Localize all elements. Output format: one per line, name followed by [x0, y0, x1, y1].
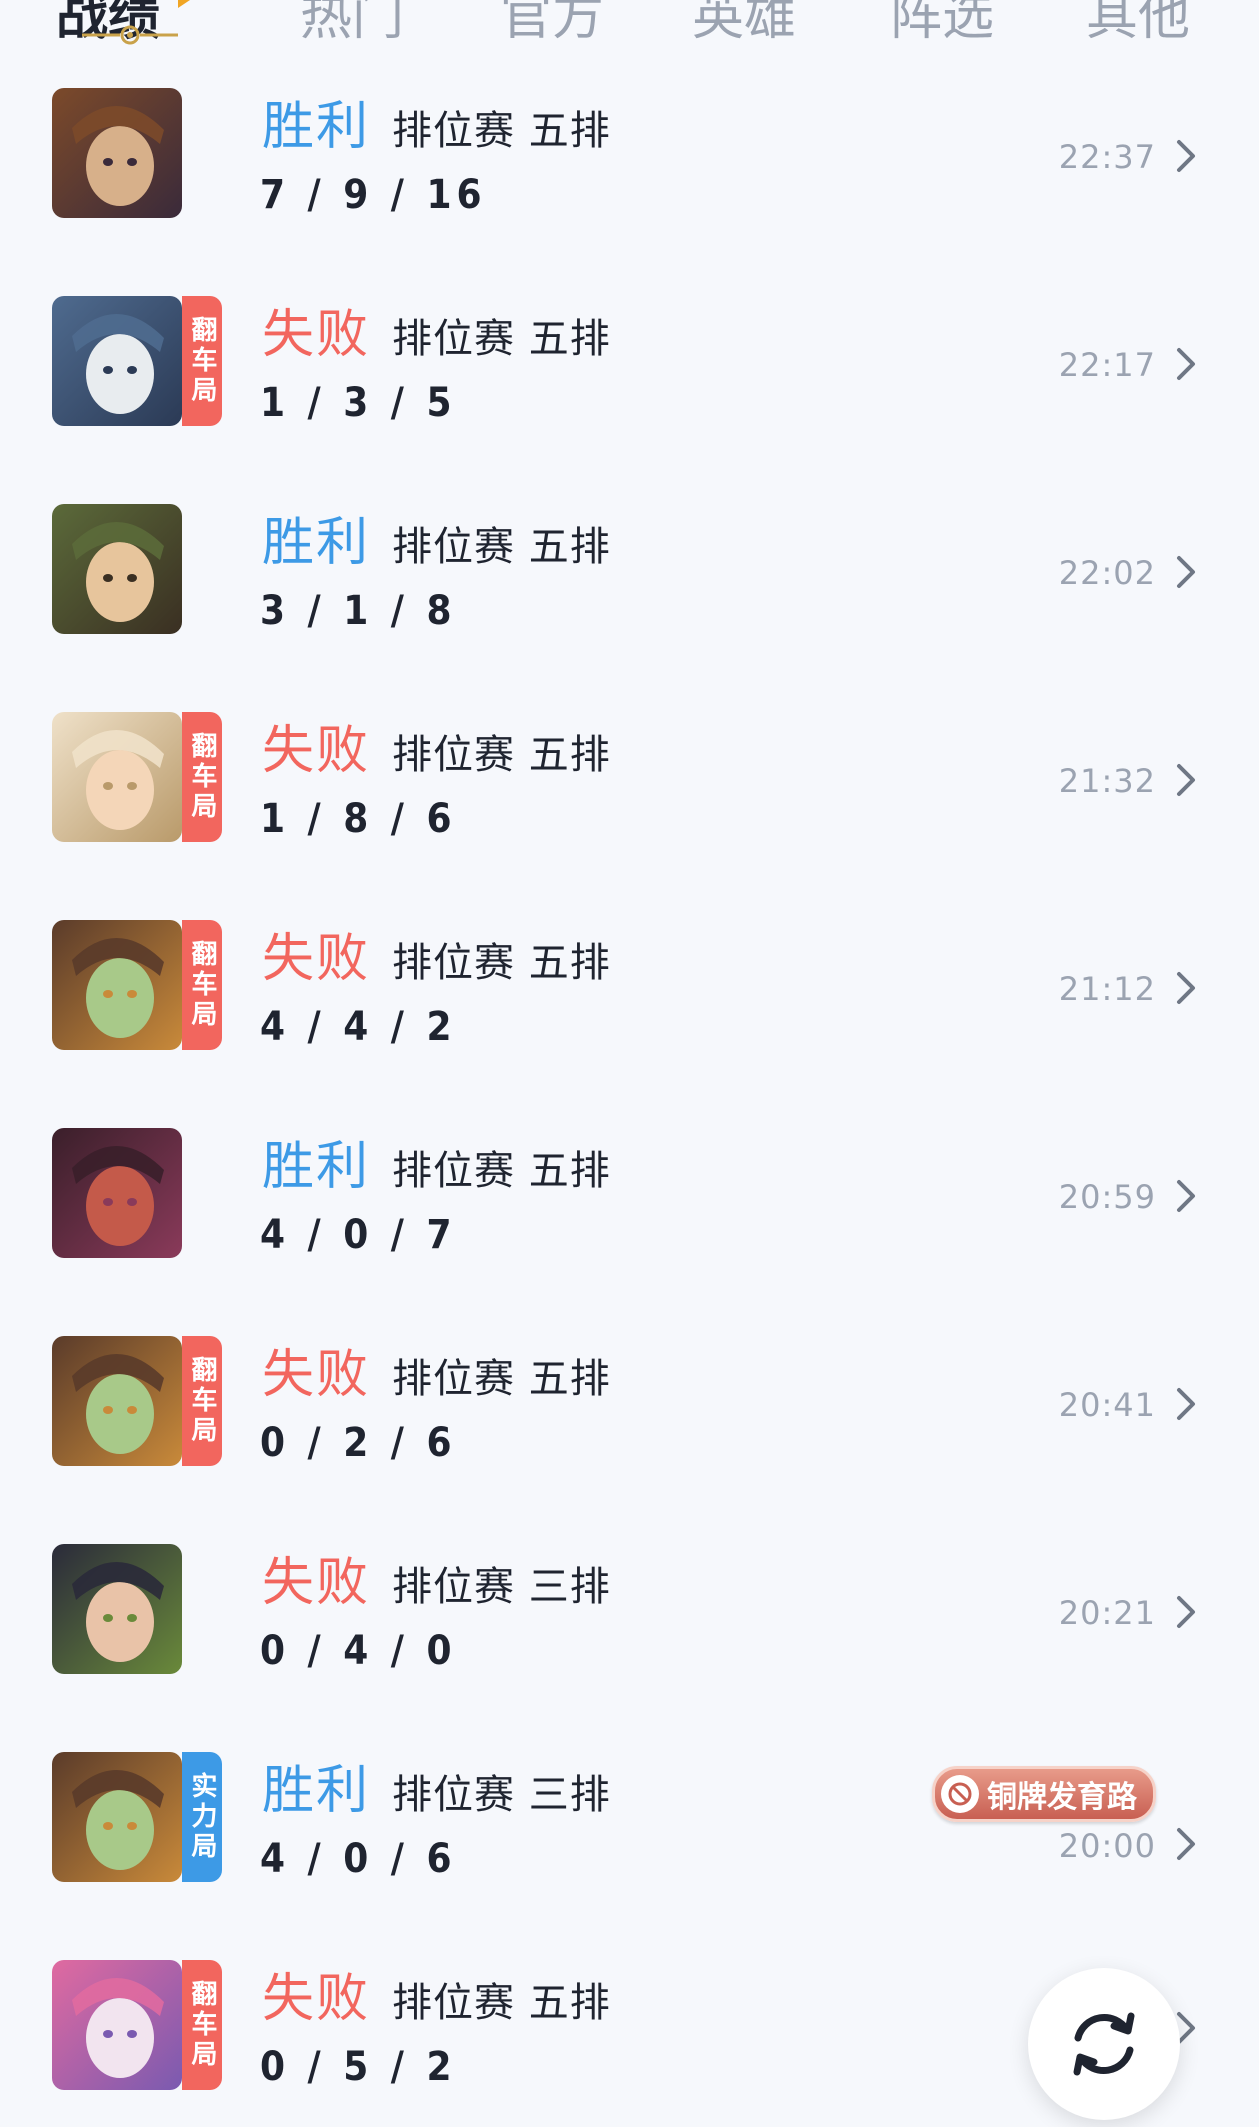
- match-result: 失败: [262, 1969, 371, 2029]
- hero-portrait-icon: [52, 1128, 182, 1258]
- match-result: 失败: [262, 929, 371, 989]
- match-row[interactable]: 实力局 胜利 排位赛 三排 4 / 0 / 6 铜牌发育路 20:00: [0, 1712, 1259, 1920]
- chevron-right-icon: [1171, 344, 1201, 384]
- hero-avatar: [52, 88, 182, 218]
- chevron-right-icon: [1171, 968, 1201, 1008]
- no-sign-icon: [941, 1775, 979, 1813]
- match-mode: 排位赛 五排: [392, 1980, 611, 2026]
- tab-official[interactable]: 官方: [500, 0, 604, 49]
- match-row[interactable]: 胜利 排位赛 五排 4 / 0 / 7 20:59: [0, 1088, 1259, 1296]
- match-row[interactable]: 翻车局 失败 排位赛 五排 1 / 3 / 5 22:17: [0, 256, 1259, 464]
- match-result: 胜利: [262, 513, 371, 573]
- hero-avatar: [52, 1336, 182, 1466]
- match-tag: 翻车局: [182, 1960, 222, 2090]
- chevron-right-icon: [1171, 1384, 1201, 1424]
- match-mode: 排位赛 五排: [392, 732, 611, 778]
- hero-portrait-icon: [52, 920, 182, 1050]
- match-tag: 翻车局: [182, 296, 222, 426]
- match-result: 失败: [262, 1553, 371, 1613]
- match-kda: 0 / 2 / 6: [260, 1420, 457, 1466]
- hero-portrait-icon: [52, 1544, 182, 1674]
- match-mode: 排位赛 五排: [392, 1148, 611, 1194]
- match-kda: 4 / 4 / 2: [260, 1004, 457, 1050]
- role-badge-label: 铜牌发育路: [987, 1780, 1137, 1815]
- match-time: 21:12: [1058, 970, 1156, 1008]
- hero-avatar: [52, 296, 182, 426]
- match-result: 失败: [262, 305, 371, 365]
- hero-portrait-icon: [52, 504, 182, 634]
- hero-avatar: [52, 1960, 182, 2090]
- match-mode: 排位赛 五排: [392, 524, 611, 570]
- match-time: 20:00: [1058, 1827, 1156, 1865]
- match-result: 胜利: [262, 97, 371, 157]
- match-mode: 排位赛 五排: [392, 1356, 611, 1402]
- tab-hot[interactable]: 热门: [300, 0, 404, 49]
- hero-avatar: [52, 1544, 182, 1674]
- match-mode: 排位赛 三排: [392, 1564, 611, 1610]
- match-time: 22:37: [1058, 138, 1156, 176]
- match-kda: 0 / 5 / 2: [260, 2044, 457, 2090]
- refresh-icon: [1073, 2012, 1135, 2076]
- match-mode: 排位赛 三排: [392, 1772, 611, 1818]
- match-tag: 翻车局: [182, 712, 222, 842]
- match-mode: 排位赛 五排: [392, 108, 611, 154]
- match-kda: 4 / 0 / 7: [260, 1212, 457, 1258]
- chevron-right-icon: [1171, 1592, 1201, 1632]
- match-kda: 1 / 8 / 6: [260, 796, 457, 842]
- chevron-right-icon: [1171, 760, 1201, 800]
- match-row[interactable]: 胜利 排位赛 五排 7 / 9 / 16 22:37: [0, 48, 1259, 256]
- match-row[interactable]: 胜利 排位赛 五排 3 / 1 / 8 22:02: [0, 464, 1259, 672]
- chevron-right-icon: [1171, 1824, 1201, 1864]
- chevron-right-icon: [1171, 552, 1201, 592]
- hero-portrait-icon: [52, 1336, 182, 1466]
- hero-portrait-icon: [52, 88, 182, 218]
- hero-portrait-icon: [52, 712, 182, 842]
- match-row[interactable]: 翻车局 失败 排位赛 五排 4 / 4 / 2 21:12: [0, 880, 1259, 1088]
- match-tag: 实力局: [182, 1752, 222, 1882]
- active-tab-indicator-icon: [82, 25, 178, 45]
- match-kda: 3 / 1 / 8: [260, 588, 457, 634]
- match-time: 20:21: [1058, 1594, 1156, 1632]
- chevron-right-icon: [1171, 1176, 1201, 1216]
- match-mode: 排位赛 五排: [392, 316, 611, 362]
- tab-arrow-icon: [178, 0, 190, 8]
- hero-avatar: [52, 1752, 182, 1882]
- match-tag: 翻车局: [182, 1336, 222, 1466]
- hero-avatar: [52, 1128, 182, 1258]
- role-badge: 铜牌发育路: [932, 1766, 1156, 1822]
- match-result: 失败: [262, 721, 371, 781]
- match-result: 胜利: [262, 1761, 371, 1821]
- match-time: 20:41: [1058, 1386, 1156, 1424]
- match-kda: 0 / 4 / 0: [260, 1628, 457, 1674]
- hero-portrait-icon: [52, 296, 182, 426]
- match-list: 胜利 排位赛 五排 7 / 9 / 16 22:37 翻车局 失败 排位赛 五排 1 / 3 …: [0, 48, 1259, 2127]
- hero-avatar: [52, 920, 182, 1050]
- match-result: 胜利: [262, 1137, 371, 1197]
- hero-avatar: [52, 712, 182, 842]
- match-time: 20:59: [1058, 1178, 1156, 1216]
- tab-other[interactable]: 其他: [1086, 0, 1190, 49]
- match-result: 失败: [262, 1345, 371, 1405]
- match-row[interactable]: 翻车局 失败 排位赛 五排 0 / 2 / 6 20:41: [0, 1296, 1259, 1504]
- match-history-screen: 战绩 热门 官方 英雄 阵选 其他 胜利 排位赛 五排 7 / 9 / 16 22:3…: [0, 0, 1259, 2127]
- match-kda: 1 / 3 / 5: [260, 380, 457, 426]
- hero-portrait-icon: [52, 1960, 182, 2090]
- match-kda: 4 / 0 / 6: [260, 1836, 457, 1882]
- hero-avatar: [52, 504, 182, 634]
- match-time: 21:32: [1058, 762, 1156, 800]
- match-row[interactable]: 失败 排位赛 三排 0 / 4 / 0 20:21: [0, 1504, 1259, 1712]
- chevron-right-icon: [1171, 136, 1201, 176]
- match-row[interactable]: 翻车局 失败 排位赛 五排 1 / 8 / 6 21:32: [0, 672, 1259, 880]
- match-kda: 7 / 9 / 16: [260, 172, 487, 218]
- match-time: 22:17: [1058, 346, 1156, 384]
- hero-portrait-icon: [52, 1752, 182, 1882]
- tab-lineup[interactable]: 阵选: [890, 0, 994, 49]
- refresh-button[interactable]: [1028, 1968, 1180, 2120]
- match-time: 22:02: [1058, 554, 1156, 592]
- tab-hero[interactable]: 英雄: [692, 0, 796, 49]
- match-mode: 排位赛 五排: [392, 940, 611, 986]
- match-tag: 翻车局: [182, 920, 222, 1050]
